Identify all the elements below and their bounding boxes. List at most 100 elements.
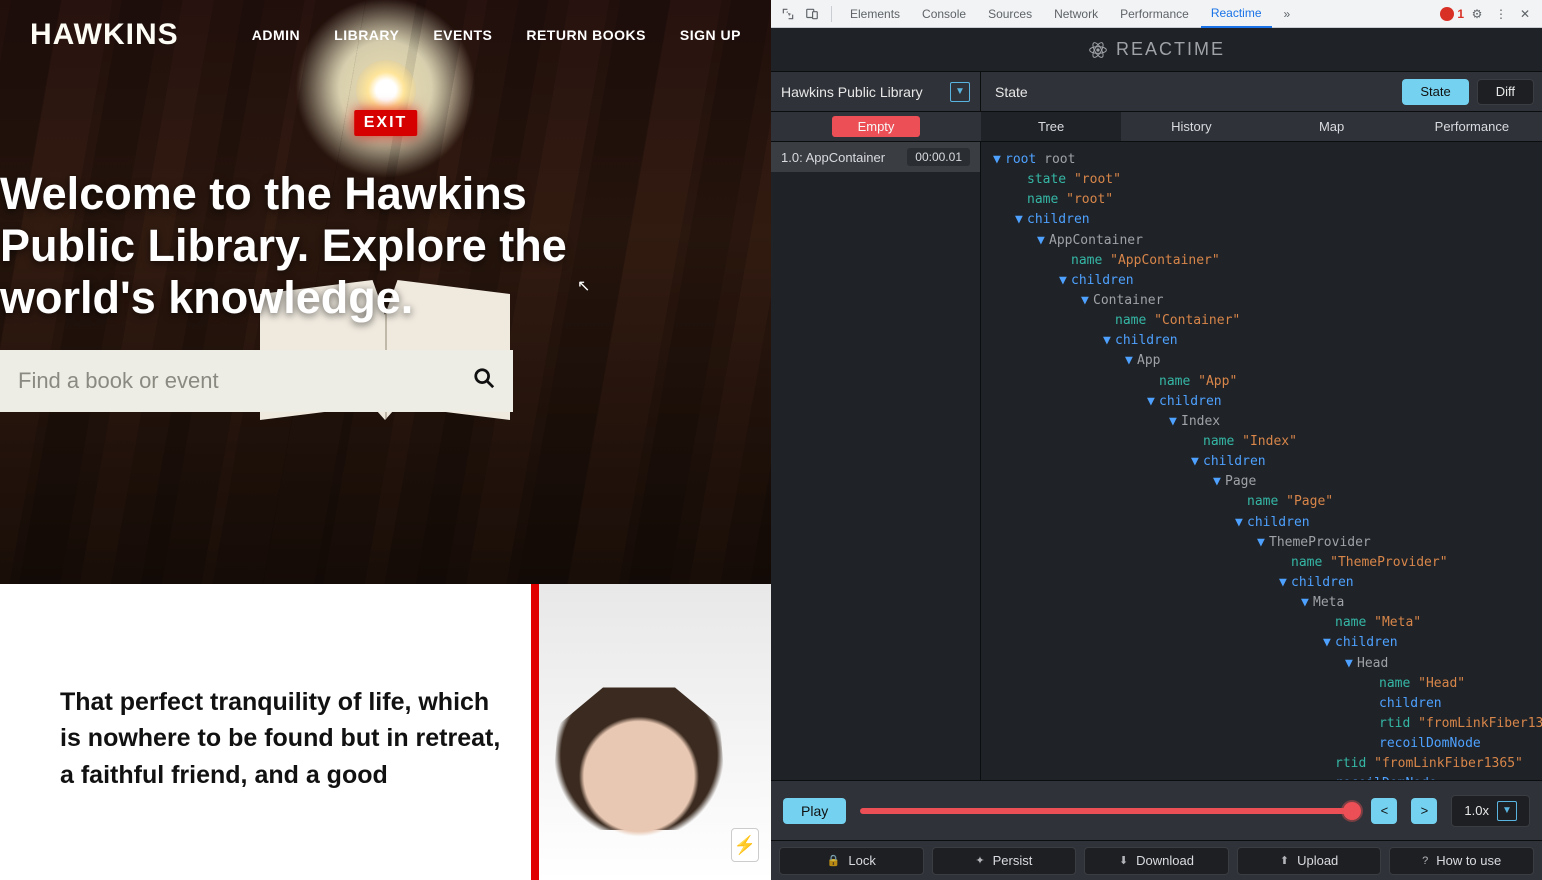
tree-row[interactable]: ▼ThemeProvider xyxy=(989,533,1542,553)
error-count-badge[interactable]: 1 xyxy=(1440,7,1464,21)
view-tab-tree[interactable]: Tree xyxy=(981,112,1121,141)
hero-section: EXIT HAWKINS ADMIN LIBRARY EVENTS RETURN… xyxy=(0,0,771,584)
tree-toggle-icon[interactable]: ▼ xyxy=(1015,210,1025,230)
footer-btn-lock[interactable]: 🔒Lock xyxy=(779,847,924,875)
tree-row[interactable]: ▼children xyxy=(989,271,1542,291)
tree-row[interactable]: name "root" xyxy=(989,190,1542,210)
chevron-down-icon[interactable]: ▼ xyxy=(950,82,970,102)
tree-row[interactable]: ▼App xyxy=(989,351,1542,371)
speed-selector[interactable]: 1.0x ▼ xyxy=(1451,795,1530,827)
tree-row[interactable]: rtid "fromLinkFiber1365" xyxy=(989,754,1542,774)
tree-row[interactable]: ▼children xyxy=(989,452,1542,472)
tree-row[interactable]: name "Meta" xyxy=(989,613,1542,633)
tree-toggle-icon[interactable]: ▼ xyxy=(1147,392,1157,412)
chevron-down-icon[interactable]: ▼ xyxy=(1497,801,1517,821)
how-to-use-icon: ? xyxy=(1422,855,1428,867)
search-input[interactable] xyxy=(18,368,473,394)
tree-toggle-icon[interactable]: ▼ xyxy=(1037,231,1047,251)
tree-row[interactable]: ▼children xyxy=(989,513,1542,533)
tree-row[interactable]: ▼AppContainer xyxy=(989,231,1542,251)
play-button[interactable]: Play xyxy=(783,798,846,824)
snapshot-label: 1.0: AppContainer xyxy=(781,150,885,165)
tree-row[interactable]: name "ThemeProvider" xyxy=(989,553,1542,573)
tree-toggle-icon[interactable]: ▼ xyxy=(1235,513,1245,533)
tree-toggle-icon[interactable]: ▼ xyxy=(1345,654,1355,674)
tree-toggle-icon[interactable]: ▼ xyxy=(1059,271,1069,291)
tree-toggle-icon[interactable]: ▼ xyxy=(1125,351,1135,371)
tree-toggle-icon[interactable]: ▼ xyxy=(1103,331,1113,351)
tree-toggle-icon[interactable]: ▼ xyxy=(1191,452,1201,472)
tree-row[interactable]: ▼Index xyxy=(989,412,1542,432)
step-back-button[interactable]: < xyxy=(1371,798,1397,824)
tree-toggle-icon[interactable]: ▼ xyxy=(1169,412,1179,432)
nav-events[interactable]: EVENTS xyxy=(433,27,492,43)
step-forward-button[interactable]: > xyxy=(1411,798,1437,824)
tree-row[interactable]: ▼root root xyxy=(989,150,1542,170)
state-pill[interactable]: State xyxy=(1402,79,1468,105)
tree-row[interactable]: name "Index" xyxy=(989,432,1542,452)
tree-row[interactable]: recoilDomNode xyxy=(989,734,1542,754)
nav-sign-up[interactable]: SIGN UP xyxy=(680,27,741,43)
tree-row[interactable]: rtid "fromLinkFiber1365" xyxy=(989,714,1542,734)
nav-return-books[interactable]: RETURN BOOKS xyxy=(526,27,646,43)
inspect-icon[interactable] xyxy=(777,3,799,25)
footer-btn-download[interactable]: ⬇Download xyxy=(1084,847,1229,875)
diff-pill[interactable]: Diff xyxy=(1477,79,1534,105)
tree-row[interactable]: name "Page" xyxy=(989,492,1542,512)
app-selector[interactable]: Hawkins Public Library ▼ xyxy=(771,72,981,112)
state-tree[interactable]: ▼root root state "root" name "root"▼chil… xyxy=(981,142,1542,780)
tree-row[interactable]: ▼children xyxy=(989,573,1542,593)
bolt-icon[interactable]: ⚡ xyxy=(731,828,759,862)
tree-row[interactable]: ▼children xyxy=(989,633,1542,653)
nav-admin[interactable]: ADMIN xyxy=(252,27,300,43)
site-logo[interactable]: HAWKINS xyxy=(30,18,179,52)
tab-sources[interactable]: Sources xyxy=(978,0,1042,28)
tab-performance[interactable]: Performance xyxy=(1110,0,1199,28)
upload-icon: ⬆ xyxy=(1280,854,1289,867)
tree-toggle-icon[interactable]: ▼ xyxy=(1081,291,1091,311)
empty-button[interactable]: Empty xyxy=(832,116,921,137)
tree-toggle-icon[interactable]: ▼ xyxy=(1323,633,1333,653)
tree-toggle-icon[interactable]: ▼ xyxy=(1301,593,1311,613)
close-icon[interactable]: ✕ xyxy=(1514,3,1536,25)
nav-library[interactable]: LIBRARY xyxy=(334,27,399,43)
tree-toggle-icon[interactable]: ▼ xyxy=(993,150,1003,170)
tree-row[interactable]: ▼Page xyxy=(989,472,1542,492)
footer-btn-persist[interactable]: ✦Persist xyxy=(932,847,1077,875)
tree-row[interactable]: name "Head" xyxy=(989,674,1542,694)
tree-row[interactable]: name "AppContainer" xyxy=(989,251,1542,271)
search-box[interactable] xyxy=(0,350,513,412)
device-toggle-icon[interactable] xyxy=(801,3,823,25)
tab-network[interactable]: Network xyxy=(1044,0,1108,28)
tree-row[interactable]: ▼Container xyxy=(989,291,1542,311)
slider-thumb[interactable] xyxy=(1343,802,1361,820)
tab-console[interactable]: Console xyxy=(912,0,976,28)
tab-reactime[interactable]: Reactime xyxy=(1201,0,1272,28)
view-tab-performance[interactable]: Performance xyxy=(1402,112,1542,141)
tree-row[interactable]: name "Container" xyxy=(989,311,1542,331)
search-icon[interactable] xyxy=(473,367,495,395)
tree-toggle-icon[interactable]: ▼ xyxy=(1279,573,1289,593)
tree-row[interactable]: children xyxy=(989,694,1542,714)
timeline-slider[interactable] xyxy=(860,808,1357,814)
tree-row[interactable]: ▼Meta xyxy=(989,593,1542,613)
mode-label: State xyxy=(981,84,1402,100)
tree-row[interactable]: ▼Head xyxy=(989,654,1542,674)
feature-image: ⚡ xyxy=(531,584,771,880)
snapshot-row[interactable]: 1.0: AppContainer 00:00.01 xyxy=(771,142,980,172)
tree-row[interactable]: ▼children xyxy=(989,331,1542,351)
tree-row[interactable]: name "App" xyxy=(989,372,1542,392)
footer-btn-upload[interactable]: ⬆Upload xyxy=(1237,847,1382,875)
tab-elements[interactable]: Elements xyxy=(840,0,910,28)
footer-btn-how-to-use[interactable]: ?How to use xyxy=(1389,847,1534,875)
tree-row[interactable]: ▼children xyxy=(989,210,1542,230)
kebab-menu-icon[interactable]: ⋮ xyxy=(1490,3,1512,25)
tab-overflow[interactable]: » xyxy=(1274,0,1301,28)
tree-row[interactable]: state "root" xyxy=(989,170,1542,190)
settings-icon[interactable]: ⚙ xyxy=(1466,3,1488,25)
tree-toggle-icon[interactable]: ▼ xyxy=(1257,533,1267,553)
tree-toggle-icon[interactable]: ▼ xyxy=(1213,472,1223,492)
view-tab-history[interactable]: History xyxy=(1121,112,1261,141)
tree-row[interactable]: ▼children xyxy=(989,392,1542,412)
view-tab-map[interactable]: Map xyxy=(1262,112,1402,141)
